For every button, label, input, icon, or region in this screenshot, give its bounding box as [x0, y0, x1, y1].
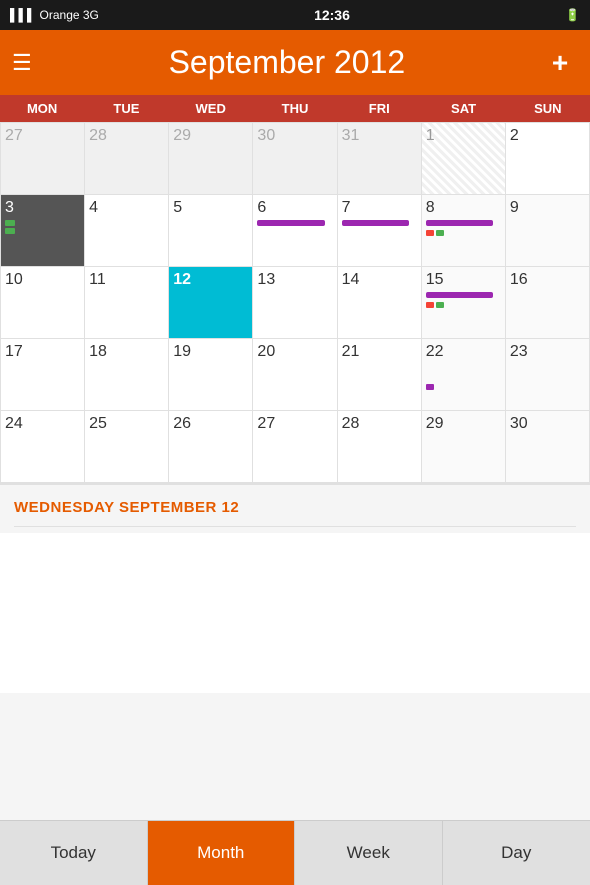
table-row[interactable]: 27: [1, 123, 85, 195]
selected-day-title: WEDNESDAY SEPTEMBER 12: [14, 499, 576, 527]
event-bar: [5, 228, 15, 234]
battery-icon: 🔋: [565, 8, 580, 22]
calendar-grid: 27 28 29 30 31 1 2 3 4 5 6 7: [0, 122, 590, 483]
table-row[interactable]: 23: [506, 339, 590, 411]
table-row[interactable]: 11: [85, 267, 169, 339]
status-bar: ▌▌▌ Orange 3G 12:36 🔋: [0, 0, 590, 30]
day-header-sun: SUN: [506, 95, 590, 122]
event-indicators: [257, 220, 332, 226]
tab-month[interactable]: Month: [148, 821, 296, 885]
event-indicators: [342, 220, 417, 226]
calendar-grid-container: 27 28 29 30 31 1 2 3 4 5 6 7: [0, 122, 590, 483]
day-header-mon: MON: [0, 95, 84, 122]
table-row[interactable]: 16: [506, 267, 590, 339]
day-header-fri: FRI: [337, 95, 421, 122]
table-row[interactable]: 8: [422, 195, 506, 267]
table-row[interactable]: 18: [85, 339, 169, 411]
day-header-wed: WED: [169, 95, 253, 122]
table-row[interactable]: 25: [85, 411, 169, 483]
event-bar: [5, 220, 15, 226]
event-bar: [257, 220, 325, 226]
event-indicators: [426, 220, 501, 236]
tab-week[interactable]: Week: [295, 821, 443, 885]
tab-day[interactable]: Day: [443, 821, 590, 885]
table-row[interactable]: 29: [422, 411, 506, 483]
table-row[interactable]: 10: [1, 267, 85, 339]
carrier-info: ▌▌▌ Orange 3G: [10, 8, 99, 22]
table-row[interactable]: 21: [338, 339, 422, 411]
event-bar: [342, 220, 410, 226]
table-row[interactable]: 20: [253, 339, 337, 411]
table-row[interactable]: 13: [253, 267, 337, 339]
day-header-sat: SAT: [421, 95, 505, 122]
signal-icon: ▌▌▌: [10, 8, 36, 22]
event-bar: [426, 230, 434, 236]
table-row[interactable]: 22: [422, 339, 506, 411]
selected-day-section: WEDNESDAY SEPTEMBER 12: [0, 483, 590, 533]
tab-today[interactable]: Today: [0, 821, 148, 885]
table-row[interactable]: 15: [422, 267, 506, 339]
status-right: 🔋: [565, 8, 580, 22]
table-row[interactable]: 12: [169, 267, 253, 339]
event-indicators: [5, 220, 80, 234]
table-row[interactable]: 1: [422, 123, 506, 195]
day-header-tue: TUE: [84, 95, 168, 122]
tab-bar: Today Month Week Day: [0, 820, 590, 885]
event-indicators: [426, 364, 501, 390]
table-row[interactable]: 2: [506, 123, 590, 195]
table-row[interactable]: 28: [338, 411, 422, 483]
table-row[interactable]: 7: [338, 195, 422, 267]
carrier-label: Orange 3G: [40, 8, 99, 22]
event-bar: [426, 302, 434, 308]
events-list-area: [0, 533, 590, 693]
event-bar: [426, 384, 434, 390]
time-display: 12:36: [314, 7, 350, 23]
calendar-header: ☰ September 2012 +: [0, 30, 590, 95]
table-row[interactable]: 30: [253, 123, 337, 195]
table-row[interactable]: 14: [338, 267, 422, 339]
table-row[interactable]: 26: [169, 411, 253, 483]
table-row[interactable]: 9: [506, 195, 590, 267]
add-event-button[interactable]: +: [542, 45, 578, 81]
table-row[interactable]: 28: [85, 123, 169, 195]
table-row[interactable]: 4: [85, 195, 169, 267]
table-row[interactable]: 3: [1, 195, 85, 267]
table-row[interactable]: 6: [253, 195, 337, 267]
table-row[interactable]: 17: [1, 339, 85, 411]
event-bar: [436, 302, 444, 308]
table-row[interactable]: 5: [169, 195, 253, 267]
day-headers-row: MON TUE WED THU FRI SAT SUN: [0, 95, 590, 122]
month-title: September 2012: [169, 44, 406, 81]
day-header-thu: THU: [253, 95, 337, 122]
table-row[interactable]: 24: [1, 411, 85, 483]
event-bar: [426, 292, 494, 298]
event-indicators: [426, 292, 501, 308]
event-bar: [426, 220, 494, 226]
table-row[interactable]: 29: [169, 123, 253, 195]
table-row[interactable]: 30: [506, 411, 590, 483]
menu-button[interactable]: ☰: [12, 50, 32, 76]
table-row[interactable]: 31: [338, 123, 422, 195]
table-row[interactable]: 19: [169, 339, 253, 411]
table-row[interactable]: 27: [253, 411, 337, 483]
event-bar: [436, 230, 444, 236]
